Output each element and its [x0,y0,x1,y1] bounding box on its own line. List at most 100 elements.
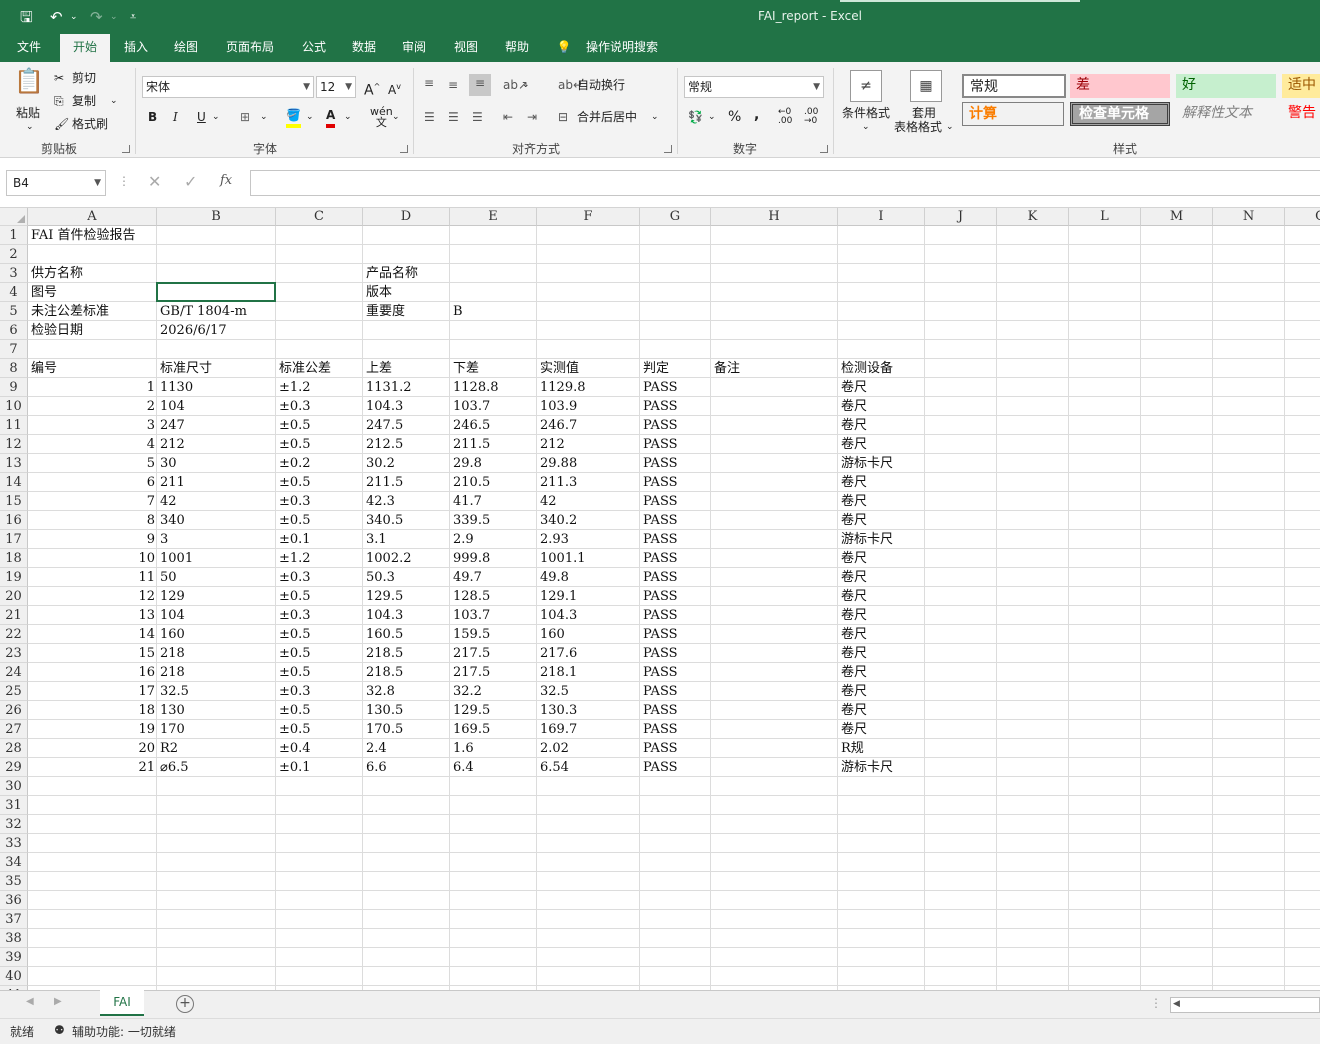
table-cell[interactable]: 103.7 [451,606,490,625]
table-cell[interactable]: 16 [29,663,157,682]
table-cell[interactable]: 卷尺 [839,682,867,701]
format-as-table-button-2[interactable]: 表格格式 [894,118,942,136]
table-cell[interactable]: 210.5 [451,473,490,492]
increase-indent-icon[interactable]: ⇥ [527,108,537,126]
row-header[interactable]: 31 [0,796,28,815]
table-cell[interactable]: ±0.5 [277,720,311,739]
table-cell[interactable]: PASS [641,568,678,587]
table-cell[interactable]: PASS [641,511,678,530]
paste-icon[interactable]: 📋 [14,69,46,102]
align-right-icon[interactable]: ☰ [472,108,483,126]
product-label-cell[interactable]: 产品名称 [364,264,418,283]
table-cell[interactable]: 217.5 [451,663,490,682]
row-header[interactable]: 11 [0,416,28,435]
scroll-left-arrow-icon[interactable]: ◀ [1173,999,1180,1009]
table-cell[interactable]: 32.2 [451,682,482,701]
italic-icon[interactable]: I [173,108,178,126]
table-cell[interactable]: 218.1 [538,663,577,682]
format-painter-icon[interactable]: 🖌 [54,115,69,133]
table-cell[interactable]: 30 [158,454,177,473]
merge-center-button[interactable]: 合并后居中 [577,108,637,126]
merge-center-icon[interactable]: ⊟ [558,108,568,126]
table-cell[interactable]: ±0.5 [277,663,311,682]
importance-value-cell[interactable]: B [451,302,463,321]
tab-review[interactable]: 审阅 [394,34,434,62]
table-cell[interactable]: 49.7 [451,568,482,587]
row-header[interactable]: 38 [0,929,28,948]
row-header[interactable]: 10 [0,397,28,416]
underline-dropdown-icon[interactable]: ⌄ [212,108,220,126]
row-header[interactable]: 2 [0,245,28,264]
wrap-text-button[interactable]: 自动换行 [577,76,625,94]
cut-icon[interactable]: ✂ [54,69,64,87]
align-left-icon[interactable]: ☰ [424,108,435,126]
table-cell[interactable]: 卷尺 [839,473,867,492]
add-sheet-icon[interactable]: + [176,995,194,1013]
percent-icon[interactable]: % [728,108,741,126]
table-cell[interactable]: 11 [29,568,157,587]
table-cell[interactable]: 18 [29,701,157,720]
table-cell[interactable]: 217.6 [538,644,577,663]
table-cell[interactable]: 217.5 [451,644,490,663]
table-cell[interactable]: ±0.3 [277,606,311,625]
row-header[interactable]: 29 [0,758,28,777]
table-cell[interactable]: 卷尺 [839,549,867,568]
table-cell[interactable]: PASS [641,473,678,492]
table-cell[interactable]: 50 [158,568,177,587]
table-header-cell[interactable]: 备注 [712,359,740,378]
row-header[interactable]: 1 [0,226,28,245]
tolerance-std-label-cell[interactable]: 未注公差标准 [29,302,109,321]
table-cell[interactable]: 15 [29,644,157,663]
phonetic-dropdown-icon[interactable]: ⌄ [392,108,400,126]
table-cell[interactable]: 130.3 [538,701,577,720]
table-cell[interactable]: 20 [29,739,157,758]
table-cell[interactable]: 卷尺 [839,701,867,720]
align-middle-icon[interactable]: ≡ [448,76,458,94]
table-cell[interactable]: R2 [158,739,178,758]
font-size-select[interactable]: 12 ▼ [316,76,356,98]
table-header-cell[interactable]: 检测设备 [839,359,893,378]
table-cell[interactable]: 卷尺 [839,587,867,606]
table-cell[interactable]: 2 [29,397,157,416]
table-cell[interactable]: ±0.3 [277,397,311,416]
table-cell[interactable]: ±0.2 [277,454,311,473]
row-header[interactable]: 12 [0,435,28,454]
table-cell[interactable]: 129.1 [538,587,577,606]
table-cell[interactable]: ±0.5 [277,435,311,454]
table-cell[interactable]: 32.5 [158,682,189,701]
drawing-label-cell[interactable]: 图号 [29,283,57,302]
style-normal[interactable]: 常规 [962,74,1066,98]
row-header[interactable]: 17 [0,530,28,549]
table-cell[interactable]: 19 [29,720,157,739]
format-painter-button[interactable]: 格式刷 [72,115,108,133]
column-header[interactable]: B [157,208,276,226]
table-cell[interactable]: 218 [158,644,185,663]
version-label-cell[interactable]: 版本 [364,283,392,302]
table-cell[interactable]: 340.5 [364,511,403,530]
conditional-format-dropdown-icon[interactable]: ⌄ [862,118,870,136]
table-cell[interactable]: 211.5 [451,435,490,454]
table-cell[interactable]: 13 [29,606,157,625]
table-cell[interactable]: PASS [641,758,678,777]
table-cell[interactable]: 170 [158,720,185,739]
select-all-corner[interactable] [0,208,28,226]
fill-color-icon[interactable]: 🪣 [286,106,301,128]
row-header[interactable]: 23 [0,644,28,663]
number-launcher-icon[interactable] [820,145,828,153]
row-header[interactable]: 20 [0,587,28,606]
table-cell[interactable]: ±0.5 [277,625,311,644]
table-cell[interactable]: 卷尺 [839,663,867,682]
table-cell[interactable]: 246.7 [538,416,577,435]
row-header[interactable]: 32 [0,815,28,834]
table-cell[interactable]: 6.4 [451,758,474,777]
row-header[interactable]: 16 [0,511,28,530]
table-cell[interactable]: 8 [29,511,157,530]
tab-data[interactable]: 数据 [344,34,384,62]
table-cell[interactable]: 2.93 [538,530,569,549]
table-cell[interactable]: 卷尺 [839,492,867,511]
table-cell[interactable]: ±0.5 [277,587,311,606]
table-cell[interactable]: 卷尺 [839,720,867,739]
column-header[interactable]: M [1141,208,1213,226]
align-bottom-icon[interactable]: ≡ [469,74,491,96]
tab-help[interactable]: 帮助 [497,34,537,62]
